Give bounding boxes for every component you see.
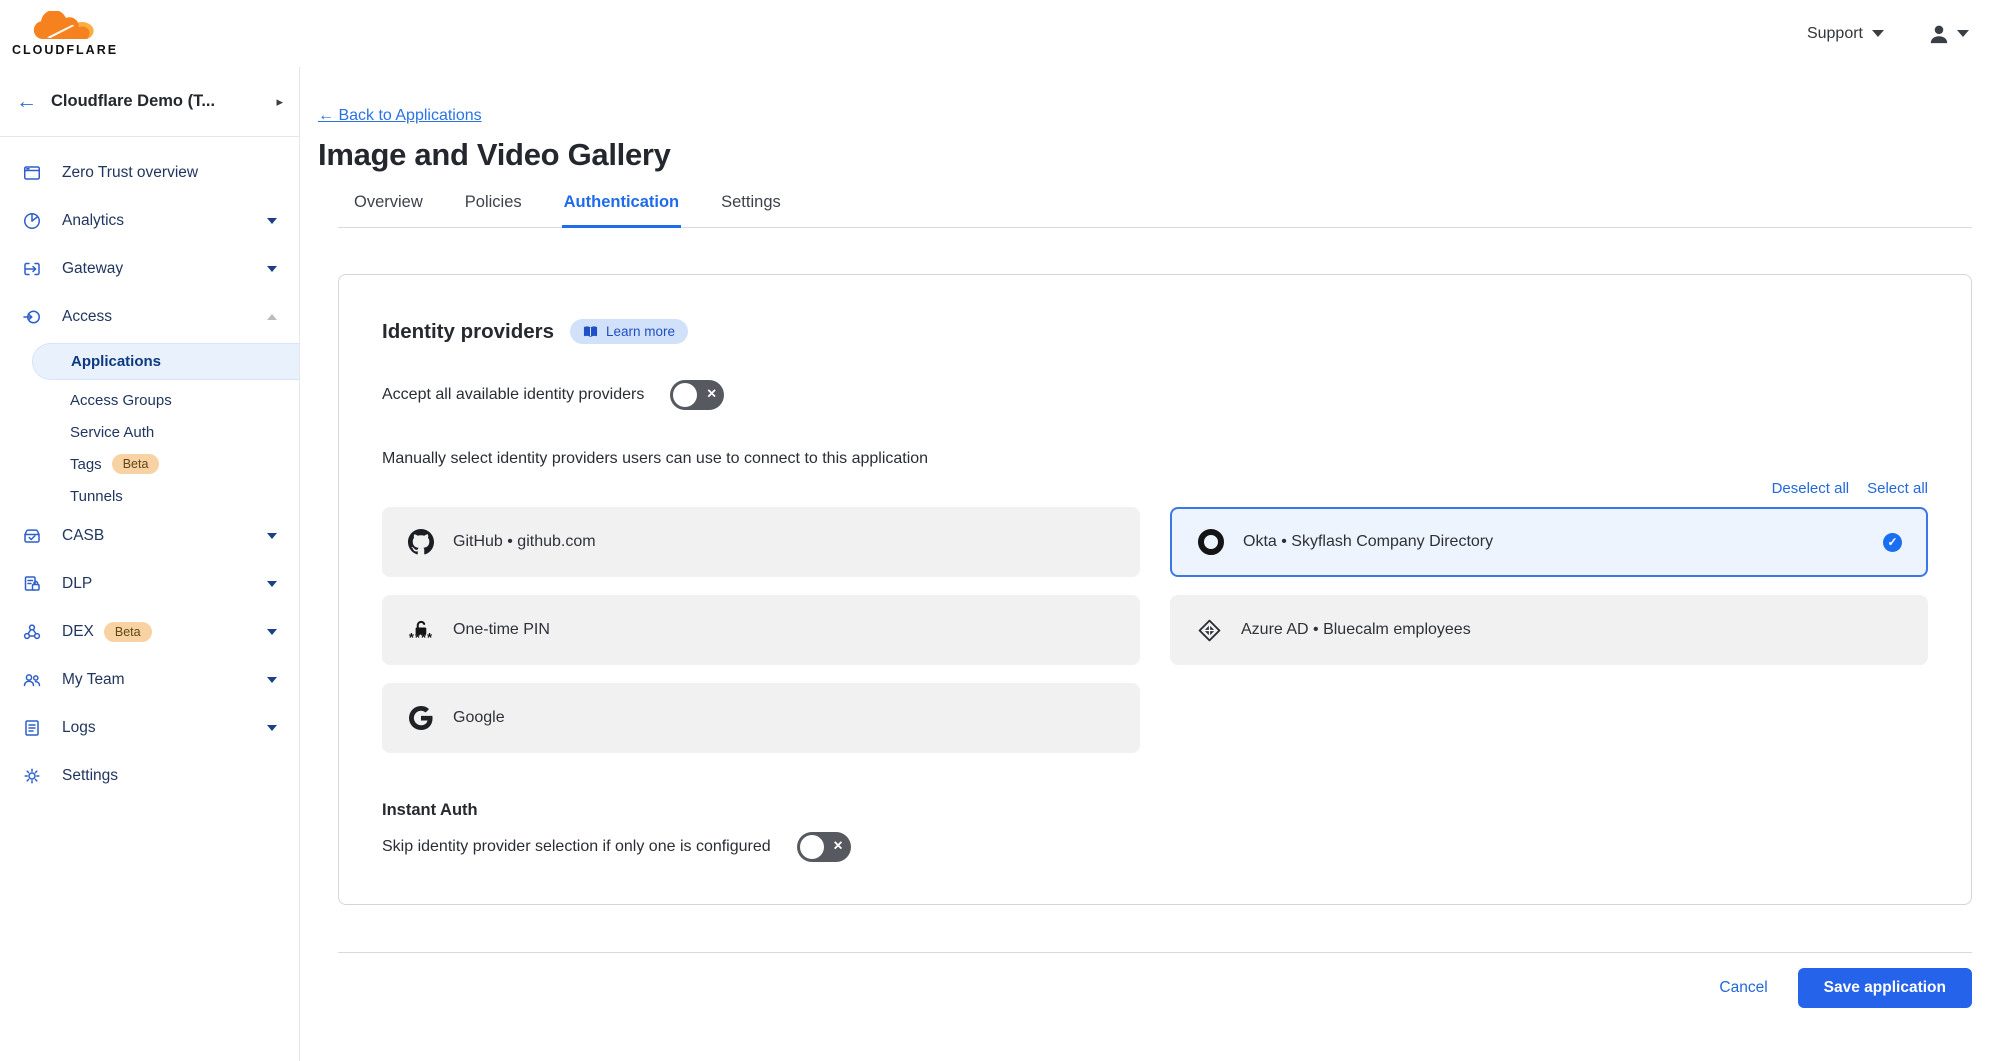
tab-authentication[interactable]: Authentication (562, 193, 682, 228)
provider-grid: GitHub • github.com Okta • Skyflash Comp… (382, 507, 1928, 753)
sidebar-item-logs[interactable]: Logs (0, 704, 299, 752)
provider-tile-github[interactable]: GitHub • github.com (382, 507, 1140, 577)
card-heading: Identity providers (382, 320, 554, 344)
cloudflare-cloud-icon (31, 11, 99, 42)
chevron-down-icon (1957, 30, 1969, 37)
sidebar-item-my-team[interactable]: My Team (0, 656, 299, 704)
topbar-controls: Support (1807, 23, 1969, 45)
overview-icon (20, 163, 44, 183)
back-to-applications-link[interactable]: ← Back to Applications (318, 107, 482, 125)
tab-bar: Overview Policies Authentication Setting… (338, 193, 1972, 228)
cloudflare-logo[interactable]: CLOUDFLARE (12, 11, 118, 57)
toggle-knob (673, 383, 697, 407)
provider-label: Okta • Skyflash Company Directory (1243, 533, 1493, 551)
manual-select-label: Manually select identity providers users… (382, 450, 1928, 468)
sidebar-item-access-groups[interactable]: Access Groups (0, 384, 299, 416)
provider-label: GitHub • github.com (453, 533, 596, 551)
page-title: Image and Video Gallery (318, 137, 1972, 173)
chevron-down-icon (1872, 30, 1884, 37)
instant-auth-heading: Instant Auth (382, 801, 1928, 820)
beta-badge: Beta (112, 454, 160, 474)
account-switcher: ← Cloudflare Demo (T... ▸ (0, 67, 299, 137)
deselect-all-link[interactable]: Deselect all (1772, 480, 1850, 497)
azure-ad-icon (1195, 618, 1223, 643)
dex-icon (20, 622, 44, 642)
learn-more-badge[interactable]: Learn more (570, 319, 688, 344)
provider-label: Azure AD • Bluecalm employees (1241, 621, 1471, 639)
chevron-down-icon[interactable] (267, 677, 277, 683)
toggle-off-x-icon: × (707, 387, 716, 403)
github-icon (407, 529, 435, 555)
sidebar-item-service-auth[interactable]: Service Auth (0, 416, 299, 448)
sidebar-item-tags[interactable]: Tags Beta (0, 448, 299, 480)
provider-label: One-time PIN (453, 621, 550, 639)
instant-auth-label: Skip identity provider selection if only… (382, 838, 771, 856)
sidebar-item-access[interactable]: Access (0, 293, 299, 341)
sidebar-item-settings[interactable]: Settings (0, 752, 299, 800)
provider-tile-one-time-pin[interactable]: **** One-time PIN (382, 595, 1140, 665)
save-application-button[interactable]: Save application (1798, 968, 1972, 1008)
cancel-button[interactable]: Cancel (1719, 979, 1767, 997)
logs-icon (20, 718, 44, 738)
team-icon (20, 670, 44, 690)
account-name: Cloudflare Demo (T... (51, 92, 276, 111)
topbar: CLOUDFLARE Support (0, 0, 1999, 67)
sidebar-item-gateway[interactable]: Gateway (0, 245, 299, 293)
provider-label: Google (453, 709, 505, 727)
okta-icon (1198, 529, 1224, 555)
one-time-pin-icon: **** (407, 620, 435, 640)
sidebar-item-casb[interactable]: CASB (0, 512, 299, 560)
user-icon (1928, 23, 1950, 45)
google-icon (407, 706, 435, 730)
toggle-off-x-icon: × (833, 839, 842, 855)
tab-settings[interactable]: Settings (719, 193, 783, 228)
sidebar-nav: Zero Trust overview Analytics Gateway (0, 137, 299, 800)
casb-icon (20, 526, 44, 546)
chevron-down-icon[interactable] (267, 533, 277, 539)
sidebar-item-tunnels[interactable]: Tunnels (0, 480, 299, 512)
back-arrow-icon[interactable]: ← (16, 91, 37, 112)
dlp-icon (20, 574, 44, 594)
sidebar-item-analytics[interactable]: Analytics (0, 197, 299, 245)
support-menu[interactable]: Support (1807, 25, 1884, 43)
user-menu[interactable] (1928, 23, 1969, 45)
analytics-icon (20, 211, 44, 231)
sidebar-item-dex[interactable]: DEXBeta (0, 608, 299, 656)
sidebar-item-zero-trust-overview[interactable]: Zero Trust overview (0, 149, 299, 197)
chevron-down-icon[interactable] (267, 725, 277, 731)
gear-icon (20, 766, 44, 786)
tab-overview[interactable]: Overview (352, 193, 425, 228)
identity-providers-card: Identity providers Learn more Accept all… (338, 274, 1972, 905)
sidebar-item-dlp[interactable]: DLP (0, 560, 299, 608)
select-all-link[interactable]: Select all (1867, 480, 1928, 497)
accept-all-toggle[interactable]: × (670, 380, 724, 410)
beta-badge: Beta (104, 622, 152, 642)
sidebar-item-applications[interactable]: Applications (32, 343, 299, 380)
toggle-knob (800, 835, 824, 859)
provider-tile-google[interactable]: Google (382, 683, 1140, 753)
selected-check-icon: ✓ (1883, 533, 1902, 552)
chevron-down-icon[interactable] (267, 581, 277, 587)
chevron-down-icon[interactable] (267, 266, 277, 272)
tab-policies[interactable]: Policies (463, 193, 524, 228)
chevron-down-icon[interactable] (267, 629, 277, 635)
provider-tile-okta[interactable]: Okta • Skyflash Company Directory ✓ (1170, 507, 1928, 577)
gateway-icon (20, 259, 44, 279)
access-icon (20, 307, 44, 327)
main-content: ← Back to Applications Image and Video G… (300, 67, 1999, 1061)
instant-auth-toggle[interactable]: × (797, 832, 851, 862)
sidebar: ← Cloudflare Demo (T... ▸ Zero Trust ove… (0, 67, 300, 1061)
support-label: Support (1807, 25, 1863, 43)
chevron-up-icon[interactable] (267, 314, 277, 320)
chevron-right-icon[interactable]: ▸ (276, 94, 283, 110)
chevron-down-icon[interactable] (267, 218, 277, 224)
footer-actions: Cancel Save application (318, 953, 1972, 1023)
cloudflare-wordmark: CLOUDFLARE (12, 43, 118, 57)
app-root: CLOUDFLARE Support ← Cloudflare Demo (T.… (0, 0, 1999, 1061)
provider-tile-azure-ad[interactable]: Azure AD • Bluecalm employees (1170, 595, 1928, 665)
book-icon (583, 325, 598, 338)
accept-all-label: Accept all available identity providers (382, 386, 644, 404)
